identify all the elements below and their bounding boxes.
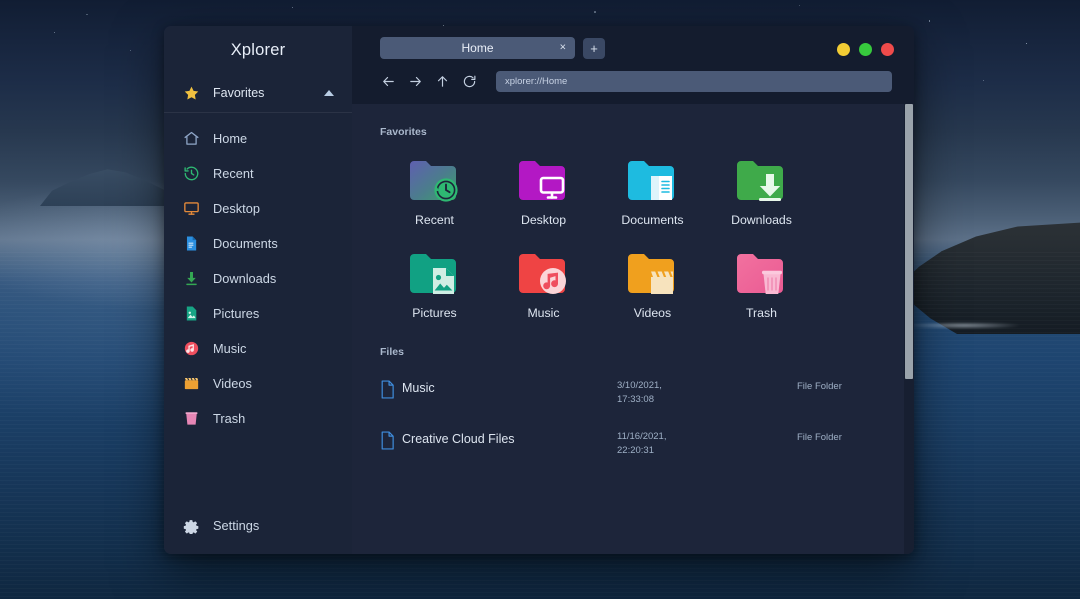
minimize-button[interactable] <box>837 43 850 56</box>
folder-label: Pictures <box>412 306 457 320</box>
file-date: 11/16/2021, 22:20:31 <box>617 430 667 456</box>
app-title: Xplorer <box>230 40 286 59</box>
scrollbar-thumb[interactable] <box>905 104 913 379</box>
file-icon <box>380 430 402 455</box>
sidebar-item-label: Downloads <box>213 271 277 286</box>
sidebar-item-settings[interactable]: Settings <box>164 504 352 554</box>
main-panel: Home × + xplorer://Home Favorites Recent… <box>352 26 914 554</box>
file-type: File Folder <box>797 431 842 443</box>
sidebar: Xplorer Favorites Home Recent Desktop Do… <box>164 26 352 554</box>
scrollbar-track[interactable] <box>904 104 914 554</box>
xplorer-window: Xplorer Favorites Home Recent Desktop Do… <box>164 26 914 554</box>
desktop-wallpaper: Xplorer Favorites Home Recent Desktop Do… <box>0 0 1080 599</box>
top-bar: Home × + xplorer://Home <box>352 26 914 104</box>
arrow-right-icon[interactable] <box>407 74 423 90</box>
reload-icon[interactable] <box>461 74 477 90</box>
new-tab-button[interactable]: + <box>583 37 605 59</box>
sidebar-nav-list: Home Recent Desktop Documents Downloads … <box>164 119 352 436</box>
close-icon[interactable]: × <box>560 42 566 54</box>
folder-label: Documents <box>621 213 684 227</box>
folder-recent-icon <box>406 156 464 208</box>
folder-documents[interactable]: Documents <box>598 156 707 227</box>
sidebar-item-desktop[interactable]: Desktop <box>164 191 352 226</box>
music-icon <box>182 340 200 358</box>
folder-pictures-icon <box>406 249 464 301</box>
folder-label: Music <box>527 306 560 320</box>
sidebar-item-documents[interactable]: Documents <box>164 226 352 261</box>
sidebar-favorites-label: Favorites <box>213 86 265 100</box>
navigation-bar: xplorer://Home <box>352 59 914 92</box>
table-row[interactable]: Music 3/10/2021, 17:33:08 File Folder <box>352 368 914 419</box>
sidebar-item-trash[interactable]: Trash <box>164 401 352 436</box>
sidebar-item-videos[interactable]: Videos <box>164 366 352 401</box>
file-type: File Folder <box>797 381 842 392</box>
folder-label: Downloads <box>731 213 792 227</box>
trash-icon <box>182 410 200 428</box>
folder-desktop-icon <box>515 156 573 208</box>
document-icon <box>182 235 200 253</box>
download-icon <box>182 270 200 288</box>
sidebar-item-home[interactable]: Home <box>164 121 352 156</box>
folder-label: Recent <box>415 213 454 227</box>
window-controls <box>837 43 894 56</box>
folder-videos-icon <box>624 249 682 301</box>
sidebar-favorites-header[interactable]: Favorites <box>164 74 352 113</box>
triangle-up-icon[interactable] <box>324 90 334 96</box>
folder-trash-icon <box>733 249 791 301</box>
arrow-left-icon[interactable] <box>380 74 396 90</box>
folder-downloads[interactable]: Downloads <box>707 156 816 227</box>
file-icon <box>380 379 402 404</box>
settings-label: Settings <box>213 517 260 533</box>
tab-label: Home <box>461 41 494 55</box>
sidebar-item-label: Music <box>213 341 247 356</box>
folder-music[interactable]: Music <box>489 249 598 320</box>
image-icon <box>182 305 200 323</box>
table-row[interactable]: Creative Cloud Files 11/16/2021, 22:20:3… <box>352 419 914 470</box>
folder-recent[interactable]: Recent <box>380 156 489 227</box>
address-input[interactable]: xplorer://Home <box>496 71 892 92</box>
folder-documents-icon <box>624 156 682 208</box>
sidebar-item-music[interactable]: Music <box>164 331 352 366</box>
folder-trash[interactable]: Trash <box>707 249 816 320</box>
sidebar-item-label: Recent <box>213 166 254 181</box>
file-name: Creative Cloud Files <box>402 431 515 446</box>
gear-icon <box>182 516 200 534</box>
maximize-button[interactable] <box>859 43 872 56</box>
history-icon <box>182 165 200 183</box>
sidebar-item-label: Desktop <box>213 201 260 216</box>
tab-home[interactable]: Home × <box>380 37 575 59</box>
sidebar-item-label: Videos <box>213 376 252 391</box>
monitor-icon <box>182 200 200 218</box>
sidebar-item-downloads[interactable]: Downloads <box>164 261 352 296</box>
folder-desktop[interactable]: Desktop <box>489 156 598 227</box>
folder-label: Desktop <box>520 213 567 227</box>
clapper-icon <box>182 375 200 393</box>
home-icon <box>182 130 200 148</box>
sidebar-item-label: Trash <box>213 411 246 426</box>
folder-label: Videos <box>633 306 672 320</box>
favorites-grid: Recent Desktop Documents Downloads Pictu… <box>352 156 914 320</box>
files-section-title: Files <box>380 346 404 358</box>
close-button[interactable] <box>881 43 894 56</box>
folder-label: Trash <box>746 306 777 320</box>
folder-downloads-icon <box>733 156 791 208</box>
star-icon <box>182 84 200 102</box>
favorites-section-title: Favorites <box>380 126 427 138</box>
tab-strip: Home × + <box>352 34 914 59</box>
folder-music-icon <box>515 249 573 301</box>
folder-videos[interactable]: Videos <box>598 249 707 320</box>
sidebar-item-label: Documents <box>213 236 278 251</box>
file-name: Music <box>402 381 435 395</box>
arrow-up-icon[interactable] <box>434 74 450 90</box>
sidebar-item-recent[interactable]: Recent <box>164 156 352 191</box>
sidebar-item-pictures[interactable]: Pictures <box>164 296 352 331</box>
sidebar-item-label: Pictures <box>213 306 260 321</box>
folder-pictures[interactable]: Pictures <box>380 249 489 320</box>
file-date: 3/10/2021, 17:33:08 <box>617 380 662 406</box>
content-area: Favorites Recent Desktop Documents Downl… <box>352 104 914 554</box>
sidebar-item-label: Home <box>213 131 248 146</box>
